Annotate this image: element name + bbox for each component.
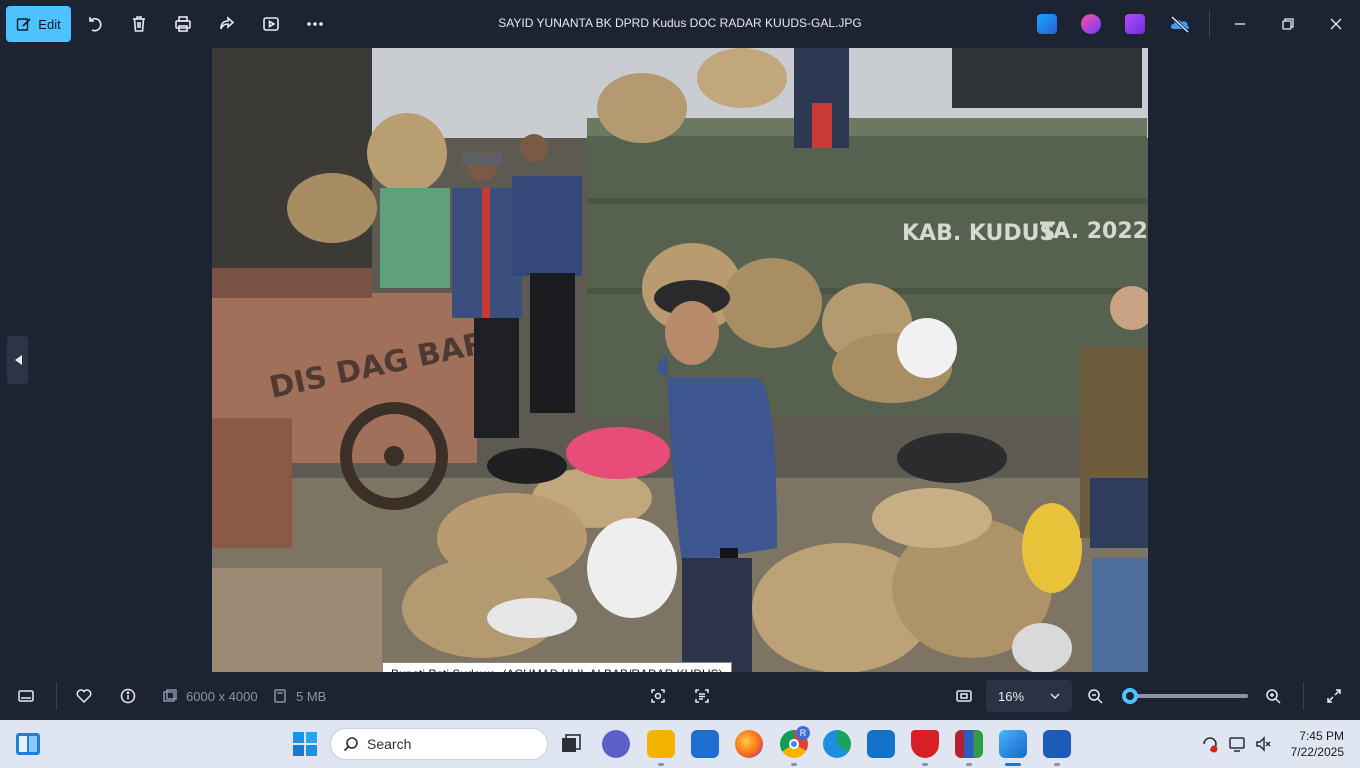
bottom-toolbar: 6000 x 4000 5 MB 16%	[0, 672, 1360, 720]
running-indicator	[791, 763, 797, 766]
chrome-profile-badge: R	[796, 726, 810, 740]
taskbar-clock[interactable]: 7:45 PM 7/22/2025	[1282, 728, 1344, 760]
notepad-icon[interactable]	[867, 730, 895, 758]
edit-icon	[17, 18, 31, 31]
zoom-value: 16%	[998, 688, 1025, 704]
image-dimensions: 6000 x 4000	[186, 689, 258, 704]
title-bar: Edit SAYID YUNANTA BK DPRD Kudus DOC RAD…	[0, 0, 1360, 48]
running-indicator	[658, 763, 664, 766]
zoom-slider-track[interactable]	[1122, 694, 1248, 698]
edit-button[interactable]: Edit	[6, 6, 71, 42]
taskbar-search[interactable]: Search	[330, 728, 548, 760]
info-icon[interactable]	[118, 686, 138, 706]
zoom-in-icon[interactable]	[1263, 686, 1283, 706]
photos-app-icon[interactable]	[999, 730, 1027, 758]
update-icon[interactable]	[1200, 734, 1220, 754]
running-indicator	[966, 763, 972, 766]
zoom-dropdown[interactable]: 16%	[986, 680, 1072, 712]
photo-viewport[interactable]: KAB. KUDUS TA. 2022 DIS DAG BAR	[212, 48, 1148, 672]
rotate-icon[interactable]	[83, 12, 107, 36]
active-app-indicator	[1005, 763, 1021, 766]
windows-taskbar: Search R 7:45 PM 7/22/2025	[0, 720, 1360, 768]
window-title: SAYID YUNANTA BK DPRD Kudus DOC RADAR KU…	[498, 16, 862, 30]
zoom-out-icon[interactable]	[1085, 686, 1105, 706]
word-icon[interactable]	[1043, 730, 1071, 758]
widgets-icon[interactable]	[15, 732, 41, 756]
previous-image-button[interactable]	[7, 336, 28, 384]
close-button[interactable]	[1324, 12, 1348, 36]
clipchamp-icon[interactable]	[1125, 14, 1145, 34]
delete-icon[interactable]	[127, 12, 151, 36]
chevron-left-icon	[14, 355, 22, 365]
task-view-icon[interactable]	[558, 730, 586, 758]
divider	[1209, 10, 1210, 38]
file-size: 5 MB	[296, 689, 327, 704]
visual-search-icon[interactable]	[648, 686, 668, 706]
share-icon[interactable]	[215, 12, 239, 36]
divider	[56, 682, 57, 710]
market-waste-photo: KAB. KUDUS TA. 2022 DIS DAG BAR	[212, 48, 1148, 672]
slideshow-icon[interactable]	[259, 12, 283, 36]
text-scan-icon[interactable]	[692, 686, 712, 706]
zoom-slider-thumb[interactable]	[1122, 688, 1138, 704]
network-icon[interactable]	[1228, 734, 1248, 754]
more-icon[interactable]	[303, 12, 327, 36]
running-indicator	[1054, 763, 1060, 766]
search-icon	[343, 737, 358, 752]
volume-muted-icon[interactable]	[1254, 734, 1274, 754]
winrar-icon[interactable]	[955, 730, 983, 758]
firefox-icon[interactable]	[735, 730, 763, 758]
minimize-button[interactable]	[1228, 12, 1252, 36]
fullscreen-icon[interactable]	[1324, 686, 1344, 706]
print-icon[interactable]	[171, 12, 195, 36]
clock-date: 7/22/2025	[1290, 745, 1344, 759]
favorite-heart-icon[interactable]	[74, 686, 94, 706]
teams-meet-icon[interactable]	[602, 730, 630, 758]
search-placeholder: Search	[367, 736, 412, 752]
edge-icon[interactable]	[823, 730, 851, 758]
fit-to-window-icon[interactable]	[954, 686, 974, 706]
microsoft-store-icon[interactable]	[691, 730, 719, 758]
file-size-icon	[270, 686, 290, 706]
edit-label: Edit	[38, 16, 61, 32]
chevron-down-icon	[1050, 693, 1060, 699]
onedrive-icon[interactable]	[1169, 14, 1190, 34]
divider	[1303, 682, 1304, 710]
designer-icon[interactable]	[1037, 14, 1057, 34]
chrome-icon[interactable]: R	[780, 726, 810, 758]
filmstrip-icon[interactable]	[16, 686, 36, 706]
file-explorer-icon[interactable]	[647, 730, 675, 758]
clock-time: 7:45 PM	[1299, 729, 1344, 743]
container-text-kab-kudus: KAB. KUDUS	[902, 221, 1055, 246]
start-windows-icon[interactable]	[291, 730, 319, 758]
maximize-button[interactable]	[1276, 12, 1300, 36]
running-indicator	[922, 763, 928, 766]
copilot-icon[interactable]	[1081, 14, 1101, 34]
mcafee-icon[interactable]	[911, 730, 939, 758]
container-text-year: TA. 2022	[1040, 219, 1148, 244]
dimensions-icon	[160, 686, 180, 706]
